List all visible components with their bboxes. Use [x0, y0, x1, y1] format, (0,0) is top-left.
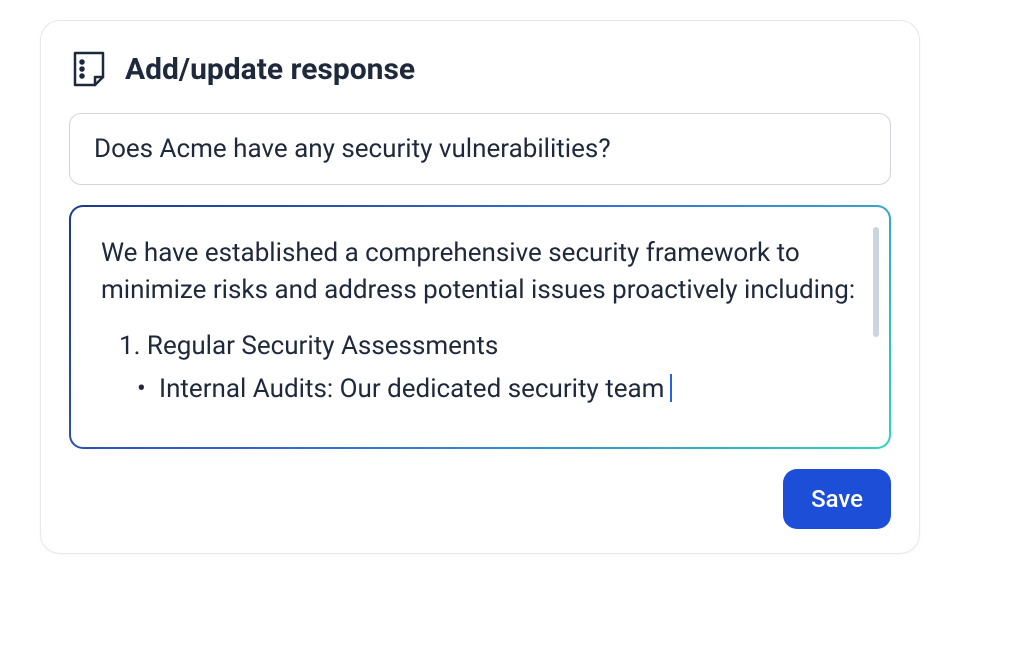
- response-list-item: 1. Regular Security Assessments: [101, 327, 859, 366]
- response-intro-text: We have established a comprehensive secu…: [101, 235, 859, 309]
- card-title: Add/update response: [125, 52, 415, 87]
- save-button[interactable]: Save: [783, 469, 891, 529]
- bullet-item-text: Internal Audits: Our dedicated security …: [159, 374, 664, 404]
- note-icon: [69, 49, 109, 89]
- scrollbar-thumb[interactable]: [873, 227, 879, 337]
- card-header: Add/update response: [69, 49, 891, 89]
- question-input[interactable]: [69, 113, 891, 185]
- card-footer: Save: [69, 469, 891, 529]
- list-number: 1.: [119, 331, 140, 361]
- list-item-text: Regular Security Assessments: [147, 331, 498, 361]
- response-content[interactable]: We have established a comprehensive secu…: [71, 207, 889, 447]
- response-field[interactable]: We have established a comprehensive secu…: [69, 205, 891, 449]
- response-card: Add/update response We have established …: [40, 20, 920, 554]
- text-cursor: [670, 374, 672, 402]
- response-bullet-item: Internal Audits: Our dedicated security …: [101, 370, 859, 409]
